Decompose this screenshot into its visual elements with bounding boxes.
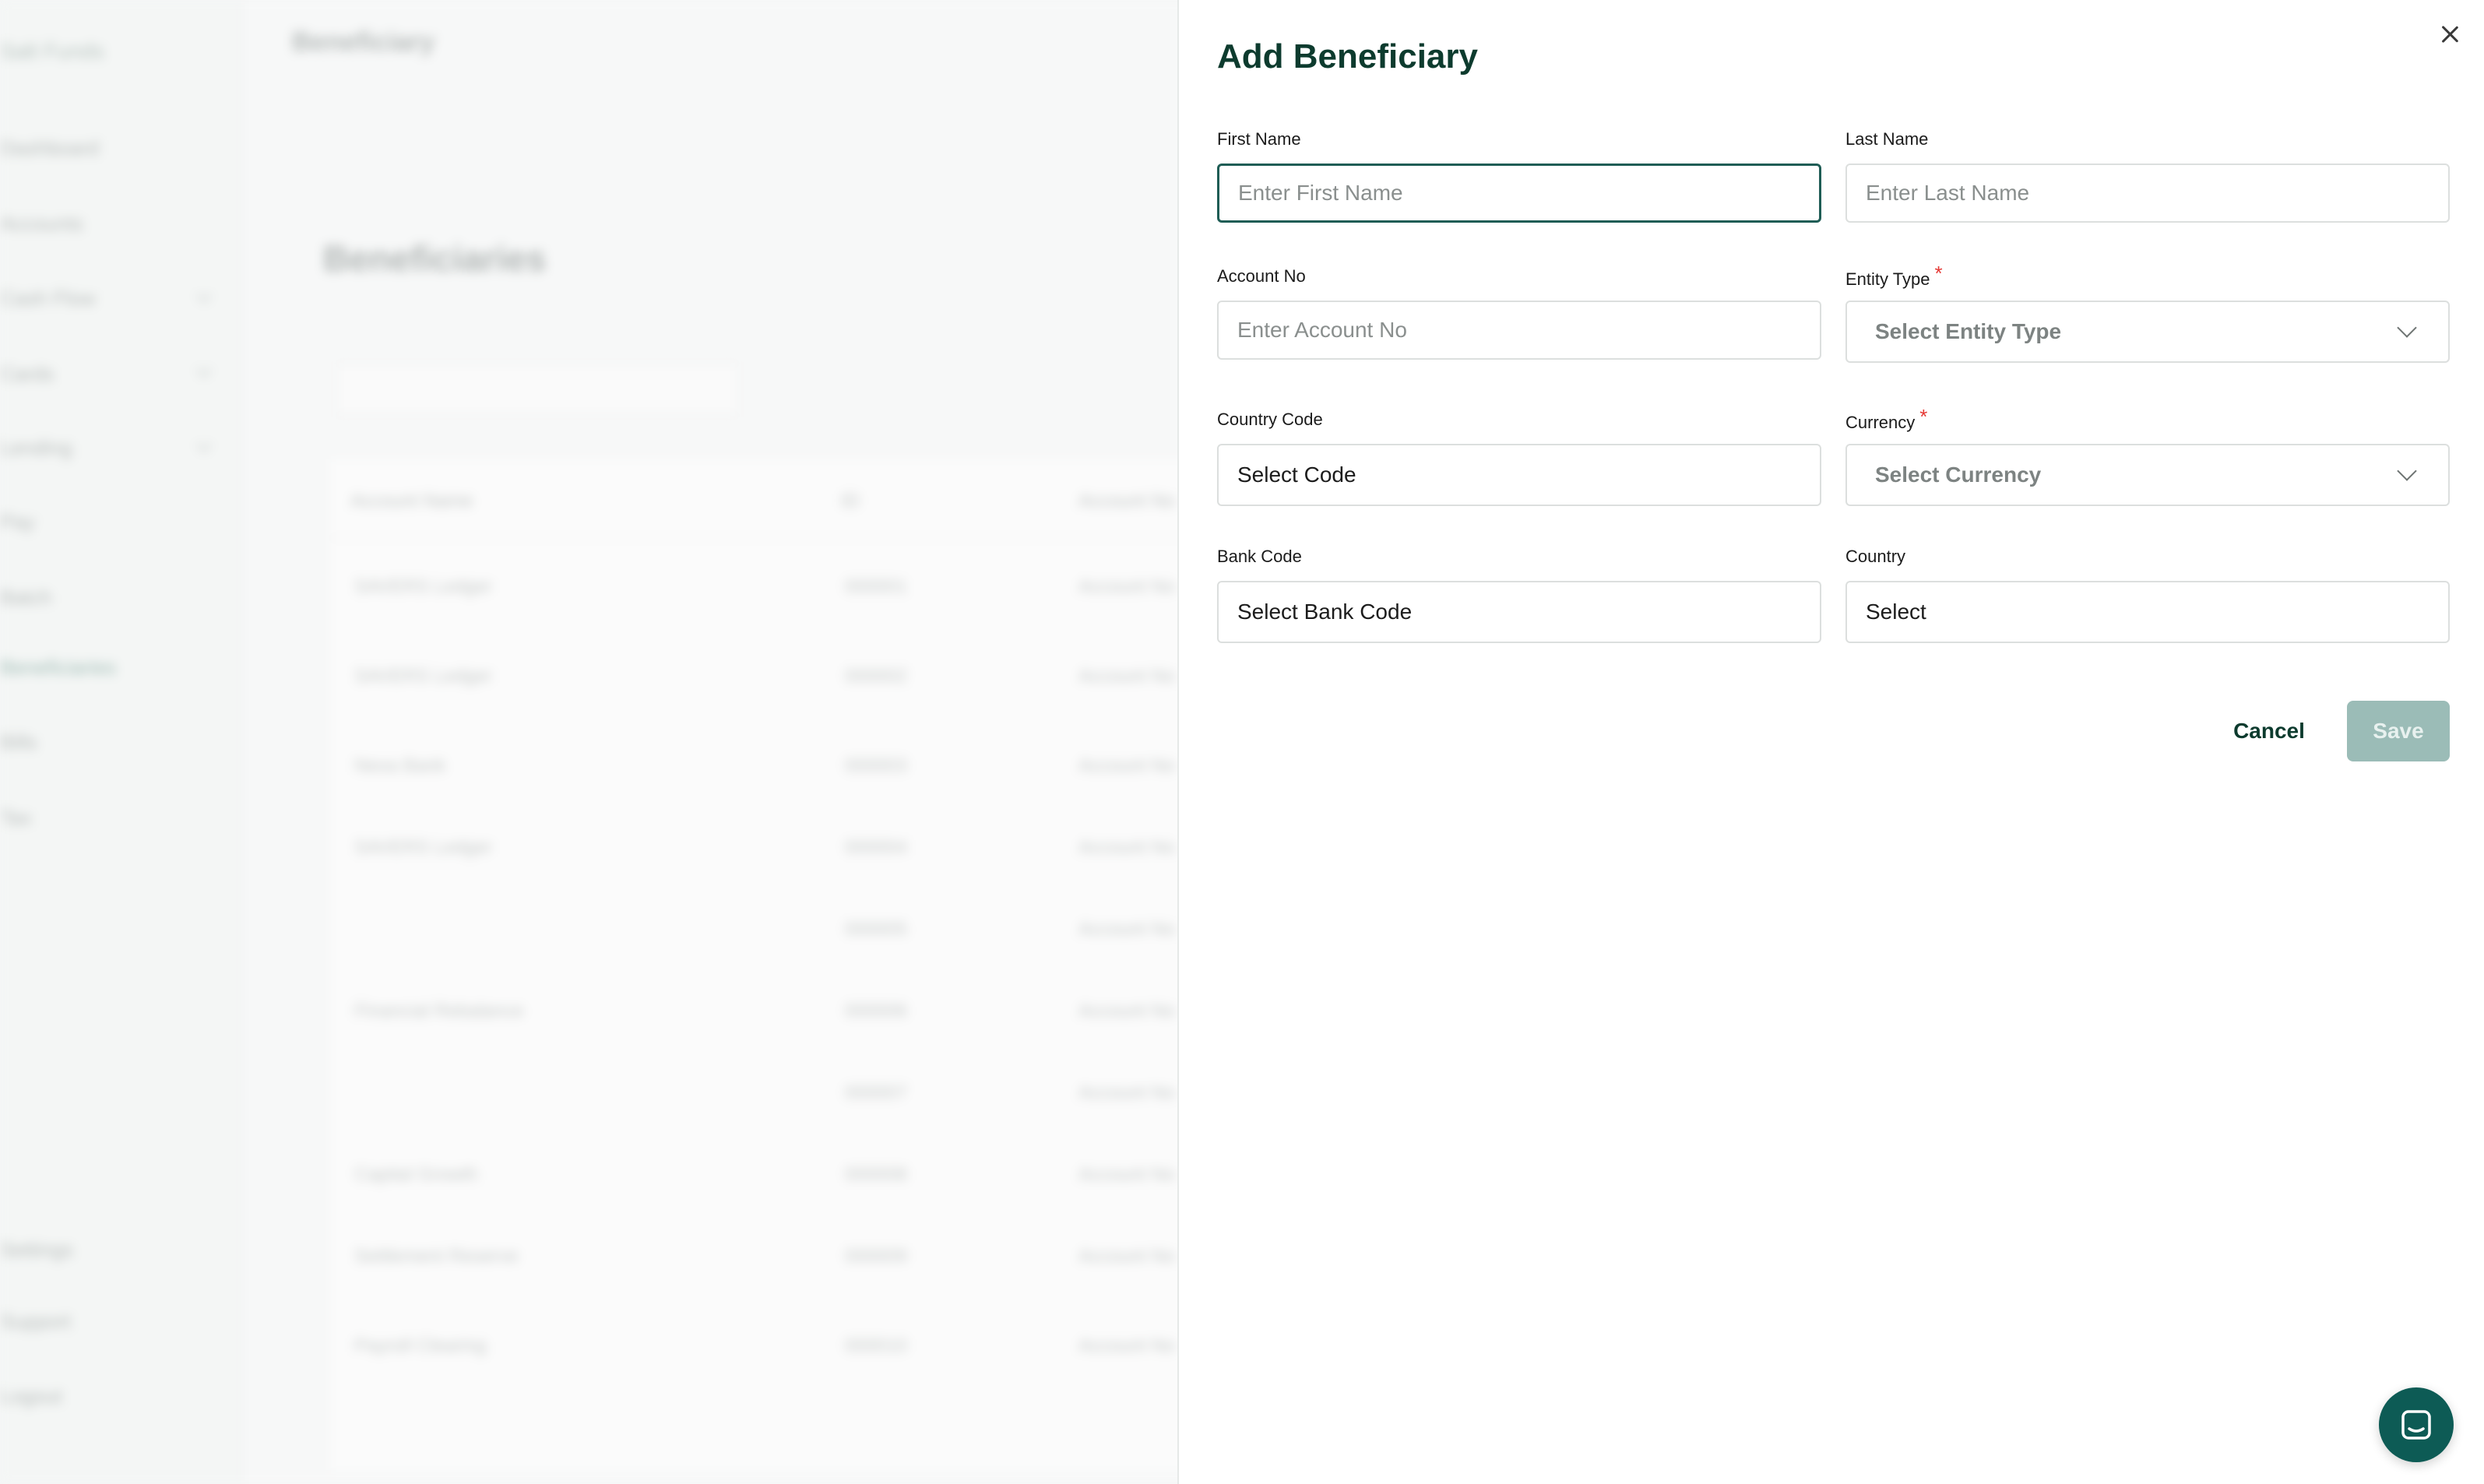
sidebar-item[interactable]: Batch <box>0 586 52 610</box>
table-cell: SAVERS Ledger <box>354 666 492 687</box>
sidebar: Salt Funds Dashboard Accounts Cash Flow … <box>0 0 241 1484</box>
table-cell: Account No <box>1078 1000 1176 1022</box>
close-icon[interactable] <box>2434 19 2465 50</box>
sidebar-item[interactable]: Dashboard <box>0 136 99 160</box>
currency-field: Currency * Select Currency <box>1845 405 2450 506</box>
required-mark: * <box>1934 262 1943 285</box>
country-label: Country <box>1845 547 1906 566</box>
country-code-value: Select Code <box>1237 462 1356 487</box>
sidebar-item[interactable]: Support <box>0 1310 71 1334</box>
chevron-down-icon <box>2397 461 2417 481</box>
table-cell: 000008 <box>845 1164 908 1185</box>
save-button[interactable]: Save <box>2347 701 2450 761</box>
table-cell: Account No <box>1078 1164 1176 1185</box>
sidebar-item[interactable]: Bills <box>0 730 37 754</box>
table-cell: 000003 <box>845 755 908 776</box>
sidebar-item-beneficiaries[interactable]: Beneficiaries <box>0 656 116 680</box>
currency-label: Currency <box>1845 413 1916 432</box>
entity-type-field: Entity Type * Select Entity Type <box>1845 262 2450 363</box>
entity-type-select[interactable]: Select Entity Type <box>1845 301 2450 363</box>
table-cell: 000005 <box>845 919 908 940</box>
table-cell: Payroll Clearing <box>354 1335 487 1356</box>
first-name-label: First Name <box>1217 129 1301 149</box>
table-cell: 000001 <box>845 576 908 597</box>
bank-code-value: Select Bank Code <box>1237 600 1413 624</box>
last-name-field: Last Name <box>1845 129 2450 223</box>
chevron-down-icon <box>196 437 212 452</box>
table-cell: 000002 <box>845 666 908 687</box>
chat-icon <box>2401 1410 2431 1440</box>
table-cell: SAVERS Ledger <box>354 576 492 597</box>
country-code-field: Country Code Select Code <box>1217 410 1821 506</box>
bank-code-label: Bank Code <box>1217 547 1302 566</box>
last-name-input[interactable] <box>1845 164 2450 223</box>
table-header[interactable]: Account No <box>1078 491 1175 512</box>
country-code-label: Country Code <box>1217 410 1323 429</box>
cancel-button[interactable]: Cancel <box>2215 701 2324 761</box>
sidebar-item[interactable]: Accounts <box>0 212 83 236</box>
entity-type-value: Select Entity Type <box>1875 319 2062 343</box>
currency-value: Select Currency <box>1875 462 2042 487</box>
table-cell: Financial Rebalance <box>354 1000 524 1022</box>
table-header[interactable]: Account Name <box>350 491 473 512</box>
table-cell: Account No <box>1078 576 1176 597</box>
table-cell: SAVERS Ledger <box>354 837 492 858</box>
table-cell: Account No <box>1078 1335 1176 1356</box>
country-value: Select <box>1866 600 1926 624</box>
account-no-field: Account No <box>1217 266 1821 360</box>
table-cell: Account No <box>1078 1082 1176 1103</box>
bank-code-select[interactable]: Select Bank Code <box>1217 581 1821 643</box>
header-title: Beneficiary <box>292 27 435 57</box>
table-cell: Settlement Reserve <box>354 1246 519 1267</box>
table-cell: Account No <box>1078 919 1176 940</box>
table-cell: 000006 <box>845 1000 908 1022</box>
country-select[interactable]: Select <box>1845 581 2450 643</box>
table-cell: 000010 <box>845 1335 908 1356</box>
table-cell: Nexa Bank <box>354 755 446 776</box>
country-field: Country Select <box>1845 547 2450 643</box>
table-cell: Account No <box>1078 837 1176 858</box>
account-no-label: Account No <box>1217 266 1306 286</box>
sidebar-item[interactable]: Cash Flow <box>0 287 96 311</box>
sidebar-item[interactable]: Settings <box>0 1238 73 1262</box>
table-cell: 000007 <box>845 1082 908 1103</box>
drawer-title: Add Beneficiary <box>1217 37 1478 76</box>
table-cell: Account No <box>1078 1246 1176 1267</box>
beneficiaries-table: Account Name ID Account No SAVERS Ledger… <box>331 459 1187 1472</box>
table-cell: 000004 <box>845 837 908 858</box>
required-mark: * <box>1919 405 1928 428</box>
table-header[interactable]: ID <box>841 491 860 512</box>
table-cell: Capital Growth <box>354 1164 478 1185</box>
sidebar-item[interactable]: Cards <box>0 362 54 386</box>
table-cell: Account No <box>1078 755 1176 776</box>
chat-launcher-button[interactable] <box>2379 1387 2454 1462</box>
table-divider <box>331 537 1187 539</box>
sidebar-item[interactable]: Lending <box>0 436 72 460</box>
page-title: Beneficiaries <box>323 238 547 279</box>
first-name-input[interactable] <box>1217 164 1821 223</box>
last-name-label: Last Name <box>1845 129 1929 149</box>
account-no-input[interactable] <box>1217 301 1821 360</box>
entity-type-label: Entity Type <box>1845 269 1930 289</box>
sidebar-item[interactable]: Pay <box>0 510 35 534</box>
bank-code-field: Bank Code Select Bank Code <box>1217 547 1821 643</box>
chevron-down-icon <box>196 287 212 303</box>
chevron-down-icon <box>2397 318 2417 338</box>
org-switcher[interactable]: Salt Funds <box>0 39 104 64</box>
sidebar-item[interactable]: Logout <box>0 1384 62 1408</box>
first-name-field: First Name <box>1217 129 1821 223</box>
chevron-down-icon <box>196 362 212 378</box>
add-beneficiary-drawer: Add Beneficiary First Name Last Name Acc… <box>1177 0 2484 1484</box>
search-input[interactable] <box>335 362 740 417</box>
table-cell: Account No <box>1078 666 1176 687</box>
sidebar-item[interactable]: Tax <box>0 806 31 830</box>
table-cell: 000009 <box>845 1246 908 1267</box>
currency-select[interactable]: Select Currency <box>1845 444 2450 506</box>
country-code-select[interactable]: Select Code <box>1217 444 1821 506</box>
